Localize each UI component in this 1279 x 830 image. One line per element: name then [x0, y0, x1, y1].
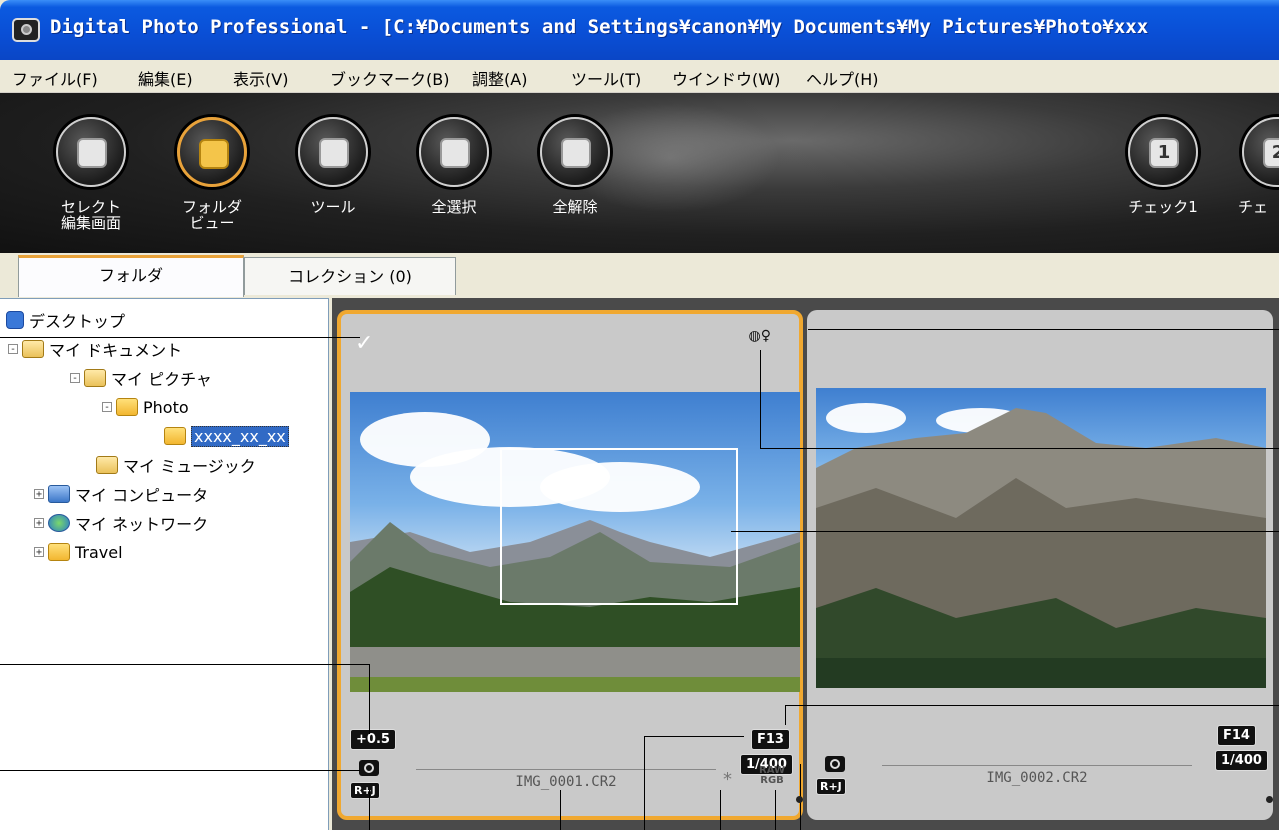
folder-icon — [116, 398, 138, 416]
aperture-badge: F14 — [1217, 725, 1256, 746]
thumbnail-image[interactable] — [816, 388, 1266, 688]
check1-icon: 1 — [1128, 117, 1198, 187]
collapse-icon[interactable]: - — [8, 344, 18, 355]
tree-item-xxxx-xx-xx[interactable]: xxxx_xx_xx — [164, 423, 289, 449]
deselect-all-icon — [540, 117, 610, 187]
raw-rgb-indicator: RAW RGB — [759, 766, 785, 786]
collapse-icon[interactable]: - — [70, 373, 80, 384]
documents-folder-icon — [22, 340, 44, 358]
tree-item-my-network[interactable]: + マイ ネットワーク — [34, 510, 208, 536]
menu-bookmark[interactable]: ブックマーク(B) — [330, 66, 449, 90]
landscape-graphic — [816, 408, 1266, 688]
menu-view[interactable]: 表示(V) — [233, 66, 288, 90]
tree-item-my-documents[interactable]: - マイ ドキュメント — [8, 336, 182, 362]
toolbar-label: ツール — [310, 198, 356, 216]
thumbnail-filename: IMG_0002.CR2 — [882, 765, 1192, 786]
crop-area-frame — [500, 448, 738, 605]
expand-icon[interactable]: + — [34, 547, 44, 558]
tab-folder[interactable]: フォルダ — [18, 255, 244, 297]
rgb-label: RGB — [760, 775, 784, 786]
network-icon — [48, 514, 70, 532]
tree-item-label: マイ ミュージック — [123, 457, 256, 476]
tree-item-my-music[interactable]: マイ ミュージック — [96, 452, 256, 478]
menu-bar: ファイル(F) 編集(E) 表示(V) ブックマーク(B) 調整(A) ツール(… — [0, 60, 1279, 93]
raw-jpeg-badge: R+J — [816, 778, 846, 795]
deselect-all-button[interactable]: 全解除 — [530, 117, 620, 237]
camera-icon — [825, 756, 845, 772]
tree-item-label: Photo — [143, 397, 189, 417]
menu-file[interactable]: ファイル(F) — [12, 66, 98, 90]
tree-item-label: マイ ネットワーク — [75, 515, 209, 534]
folder-view-button[interactable]: フォルダ ビュー — [167, 117, 257, 237]
expand-icon[interactable]: + — [34, 489, 44, 500]
aperture-badge: F13 — [751, 729, 790, 750]
folder-view-icon — [177, 117, 247, 187]
folder-icon — [48, 543, 70, 561]
thumbnail-filename: IMG_0001.CR2 — [416, 769, 716, 790]
computer-icon — [48, 485, 70, 503]
select-all-icon — [419, 117, 489, 187]
menu-tools[interactable]: ツール(T) — [571, 66, 641, 90]
select-all-button[interactable]: 全選択 — [409, 117, 499, 237]
tool-button[interactable]: ツール — [288, 117, 378, 237]
tree-item-my-computer[interactable]: + マイ コンピュータ — [34, 481, 208, 507]
menu-help[interactable]: ヘルプ(H) — [806, 66, 879, 90]
menu-window[interactable]: ウインドウ(W) — [672, 66, 780, 90]
folder-open-icon — [164, 427, 186, 445]
check-mark-1-button[interactable]: 1 チェック1 — [1118, 117, 1208, 237]
check2-icon: 2 — [1242, 117, 1279, 187]
pictures-folder-icon — [84, 369, 106, 387]
toolbar-label: 全解除 — [552, 198, 598, 216]
tree-item-desktop[interactable]: デスクトップ — [6, 307, 125, 333]
raw-jpeg-badge: R+J — [350, 782, 380, 799]
window-title: Digital Photo Professional - [C:¥Documen… — [50, 16, 1149, 38]
edit-icon — [56, 117, 126, 187]
desktop-icon — [6, 311, 24, 329]
check-mark-2-button[interactable]: 2 チェ — [1232, 117, 1279, 237]
tree-item-label: xxxx_xx_xx — [191, 425, 289, 447]
expand-icon[interactable]: + — [34, 518, 44, 529]
tree-item-my-pictures[interactable]: - マイ ピクチャ — [70, 365, 212, 391]
edit-asterisk: * — [723, 769, 732, 790]
edit-image-window-button[interactable]: セレクト 編集画面 — [46, 117, 136, 237]
tree-item-label: マイ ドキュメント — [49, 341, 183, 360]
camera-app-icon[interactable] — [12, 18, 40, 42]
tree-item-travel[interactable]: + Travel — [34, 539, 123, 565]
collapse-icon[interactable]: - — [102, 402, 112, 413]
toolbar-label: フォルダ ビュー — [181, 198, 242, 232]
tree-item-label: デスクトップ — [29, 312, 126, 331]
toolbar-label: チェ — [1238, 198, 1269, 216]
title-bar[interactable]: Digital Photo Professional - [C:¥Documen… — [0, 0, 1279, 60]
toolbar: セレクト 編集画面 フォルダ ビュー ツール 全選択 全解除 1 チェック1 2 — [0, 93, 1279, 253]
music-folder-icon — [96, 456, 118, 474]
app-window: Digital Photo Professional - [C:¥Documen… — [0, 0, 1279, 830]
toolbar-label: チェック1 — [1128, 198, 1198, 216]
thumbnail-card[interactable]: F14 1/400 R+J IMG_0002.CR2 — [807, 310, 1273, 820]
shutter-speed-badge: 1/400 — [1215, 750, 1268, 771]
tree-item-label: マイ コンピュータ — [75, 486, 209, 505]
tool-icon — [298, 117, 368, 187]
toolbar-label: セレクト 編集画面 — [60, 198, 121, 232]
folder-tree: デスクトップ - マイ ドキュメント - マイ ピクチャ - Photo xxx… — [0, 298, 329, 830]
tree-item-label: Travel — [75, 542, 123, 562]
tab-collection[interactable]: コレクション (0) — [244, 257, 456, 295]
thumbnail-card[interactable]: ✓ ◍♀ +0.5 F13 1/400 R+J IMG_0001.CR2 * R… — [337, 310, 803, 820]
tree-item-photo[interactable]: - Photo — [102, 394, 189, 420]
thumbnail-grid: ✓ ◍♀ +0.5 F13 1/400 R+J IMG_0001.CR2 * R… — [332, 298, 1279, 830]
toolbar-label: 全選択 — [431, 198, 477, 216]
camera-icon — [359, 760, 379, 776]
panel-tabs: フォルダ コレクション (0) — [0, 253, 1279, 298]
tree-item-label: マイ ピクチャ — [111, 370, 212, 389]
exposure-compensation-badge: +0.5 — [350, 729, 396, 750]
edit-status-icon: ◍♀ — [748, 328, 771, 344]
menu-adjust[interactable]: 調整(A) — [472, 66, 527, 90]
menu-edit[interactable]: 編集(E) — [138, 66, 193, 90]
